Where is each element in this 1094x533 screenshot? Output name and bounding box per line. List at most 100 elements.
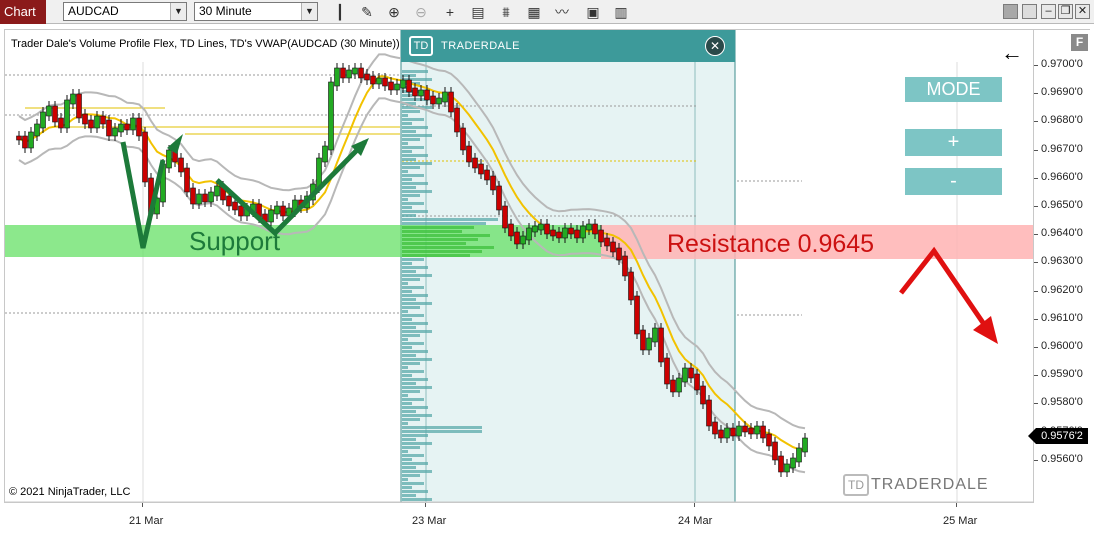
plus-button[interactable]: + [905,129,1002,156]
price-tick [1034,177,1038,179]
strategy-icon[interactable]: ▦ [525,3,543,21]
candle [322,145,328,163]
restore-icon[interactable] [1022,4,1037,19]
mode-button[interactable]: MODE [905,77,1002,102]
restore-window-icon[interactable]: ❐ [1058,4,1073,19]
candle [658,327,664,363]
candle [94,115,100,129]
time-axis[interactable]: 21 Mar 23 Mar 24 Mar 25 Mar [4,503,1090,533]
instrument-value: AUDCAD [68,4,119,18]
price-label: 0.9630'0 [1041,255,1083,268]
traderdale-logo-icon: TD [409,36,433,56]
volume-bar [402,494,416,497]
price-label: 0.9650'0 [1041,199,1083,211]
volume-bar [402,114,408,117]
price-label: 0.9600'0 [1041,340,1083,352]
volume-bar [402,298,416,301]
candle [280,205,286,217]
price-chart[interactable] [5,30,1034,503]
date-label-21-mar: 21 Mar [129,515,164,527]
volume-bar [402,218,498,221]
pencil-icon[interactable]: ✎ [358,3,376,21]
candle [592,223,598,235]
crosshair-icon[interactable]: + [441,3,459,21]
candle [796,447,802,463]
volume-bar [402,346,412,349]
volume-bar [402,482,424,485]
chart-title: Trader Dale's Volume Profile Flex, TD Li… [11,38,400,50]
candle [424,89,430,101]
volume-bar [402,306,420,309]
volume-bar [402,130,416,133]
volume-bar [402,366,408,369]
close-circle-icon[interactable]: ✕ [705,36,725,56]
volume-bar [402,350,428,353]
settings-icon[interactable]: ▥ [612,3,630,21]
chart-trader-icon[interactable]: ▣ [584,3,602,21]
minimize-icon[interactable] [1003,4,1018,19]
candle [598,229,604,243]
copyright: © 2021 NinjaTrader, LLC [9,486,131,498]
chart-area[interactable]: Trader Dale's Volume Profile Flex, TD Li… [4,29,1034,503]
properties-icon[interactable]: ▤ [469,3,487,21]
candle [778,455,784,473]
volume-bar [402,250,482,253]
candle [394,83,400,91]
chevron-down-icon[interactable]: ▼ [170,3,186,20]
candle [406,79,412,93]
volume-bar [402,134,432,137]
candle [766,433,772,447]
arrow-left-icon[interactable]: ← [1001,40,1023,66]
volume-bar [402,202,424,205]
candle [334,67,340,87]
chevron-down-icon[interactable]: ▼ [301,3,317,20]
zoom-in-icon[interactable]: ⊕ [385,3,403,21]
volume-bar [402,410,416,413]
candle [538,223,544,231]
volume-bar [402,438,416,441]
maximize-icon[interactable]: – [1041,4,1056,19]
candle [442,91,448,103]
candle [76,93,82,119]
close-icon[interactable]: ✕ [1075,4,1090,19]
minus-button[interactable]: - [905,168,1002,195]
candle [196,193,202,205]
timeframe-select[interactable]: 30 Minute ▼ [194,2,318,21]
candle [328,81,334,151]
volume-bar [402,442,432,445]
bar-type-icon[interactable]: ┃ [331,3,349,21]
zoom-out-icon[interactable]: ⊖ [412,3,430,21]
price-label: 0.9590'0 [1041,368,1083,381]
volume-bar [402,118,424,121]
candle [634,295,640,335]
price-tick [1034,403,1038,405]
price-axis[interactable]: 0.9700'0 0.9690'0 0.9680'0 0.9670'0 0.9660'0… [1028,29,1090,503]
candle [760,425,766,439]
candle [700,385,706,405]
volume-bar [402,146,424,149]
volume-bar [402,382,416,385]
candle [430,95,436,105]
price-tick [1034,262,1038,264]
candle [268,209,274,223]
volume-bar [402,222,486,225]
volume-bar [402,122,412,125]
candle [616,247,622,261]
candle [532,225,538,233]
candle [754,425,760,435]
candle [232,201,238,211]
price-label: 0.9700'0 [1041,58,1083,70]
data-box-icon[interactable]: 〰 [553,3,571,21]
instrument-select[interactable]: AUDCAD ▼ [63,2,187,21]
candle [472,157,478,169]
volume-bar [402,486,412,489]
indicators-icon[interactable]: ⩩ [497,3,515,21]
candle [586,223,592,231]
candle [388,81,394,91]
chart-tab[interactable]: Chart [0,0,46,24]
price-tick [1034,93,1038,95]
price-label: 0.9660'0 [1041,170,1083,183]
price-tick [1034,459,1038,461]
price-tick [1034,375,1038,377]
candle [466,145,472,163]
